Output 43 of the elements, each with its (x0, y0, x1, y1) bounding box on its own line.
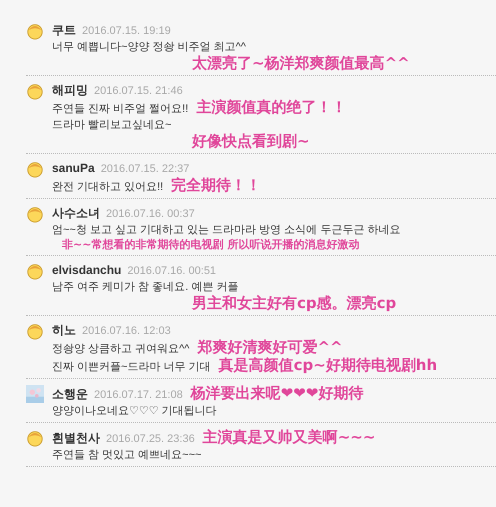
author-name: 흰별천사 (52, 430, 100, 446)
translation-note: 主演颜值真的绝了！！ (196, 99, 346, 116)
translation-note: 真是高颜值cp~好期待电视剧hh (218, 357, 438, 374)
translation-note: 好像快点看到剧~ (192, 133, 310, 150)
avatar-icon (26, 429, 44, 447)
comment-text: 주연들 참 멋있고 예쁘네요~~~ (52, 448, 202, 463)
comment-date: 2016.07.15. 22:37 (100, 162, 190, 177)
translation-note: 非~~常想看的非常期待的电视剧 所以听说开播的消息好激动 (62, 238, 360, 252)
comment-date: 2016.07.16. 12:03 (82, 324, 171, 339)
comment-text: 주연들 진짜 비주얼 쩔어요!! (52, 102, 188, 117)
author-name: sanuPa (52, 160, 95, 176)
avatar-icon (26, 82, 44, 100)
comment-text: 완전 기대하고 있어요!! (52, 180, 164, 195)
translation-note: 郑爽好清爽好可爱^^ (197, 339, 343, 356)
comment-text: 엄~~청 보고 싶고 기대하고 있는 드라마라 방영 소식에 두근두근 하네요 (52, 223, 400, 238)
comment-text: 너무 예쁩니다~양양 정솽 비주얼 최고^^ (52, 40, 246, 55)
author-name: 사수소녀 (52, 205, 100, 221)
comment-date: 2016.07.15. 21:46 (94, 84, 183, 99)
comment-date: 2016.07.15. 19:19 (82, 24, 171, 39)
translation-note: 男主和女主好有cp感。漂亮cp (192, 295, 396, 312)
avatar-icon (26, 160, 44, 178)
translation-note: 完全期待！！ (171, 177, 262, 194)
avatar-icon (26, 205, 44, 223)
translation-note: 太漂亮了~杨洋郑爽颜值最高^^ (192, 55, 410, 72)
comment-text: 정솽양 상큼하고 귀여워요^^ (52, 342, 190, 357)
comment-text: 드라마 빨리보고싶네요~ (52, 118, 172, 133)
author-name: 해피밍 (52, 82, 88, 98)
translation-note: 主演真是又帅又美啊~~~ (202, 429, 376, 446)
comment-date: 2016.07.16. 00:37 (106, 207, 195, 222)
author-name: 쿠트 (52, 22, 76, 38)
avatar-icon (26, 262, 44, 280)
author-name: elvisdanchu (52, 262, 122, 278)
avatar-icon (26, 22, 44, 40)
translation-note: 杨洋要出来呢❤❤❤好期待 (190, 385, 364, 402)
comment-text: 양양이나오네요♡♡♡ 기대됩니다 (52, 404, 217, 419)
avatar-icon (26, 322, 44, 340)
comment-date: 2016.07.16. 00:51 (127, 264, 216, 279)
author-name: 소행운 (52, 386, 88, 402)
comment-date: 2016.07.25. 23:36 (106, 432, 195, 447)
author-name: 히노 (52, 322, 76, 338)
comment-date: 2016.07.17. 21:08 (94, 388, 183, 403)
comment-text: 남주 여주 케미가 참 좋네요. 예쁜 커플 (52, 280, 238, 294)
comment-text: 진짜 이쁜커플~드라마 너무 기대 (52, 360, 211, 375)
